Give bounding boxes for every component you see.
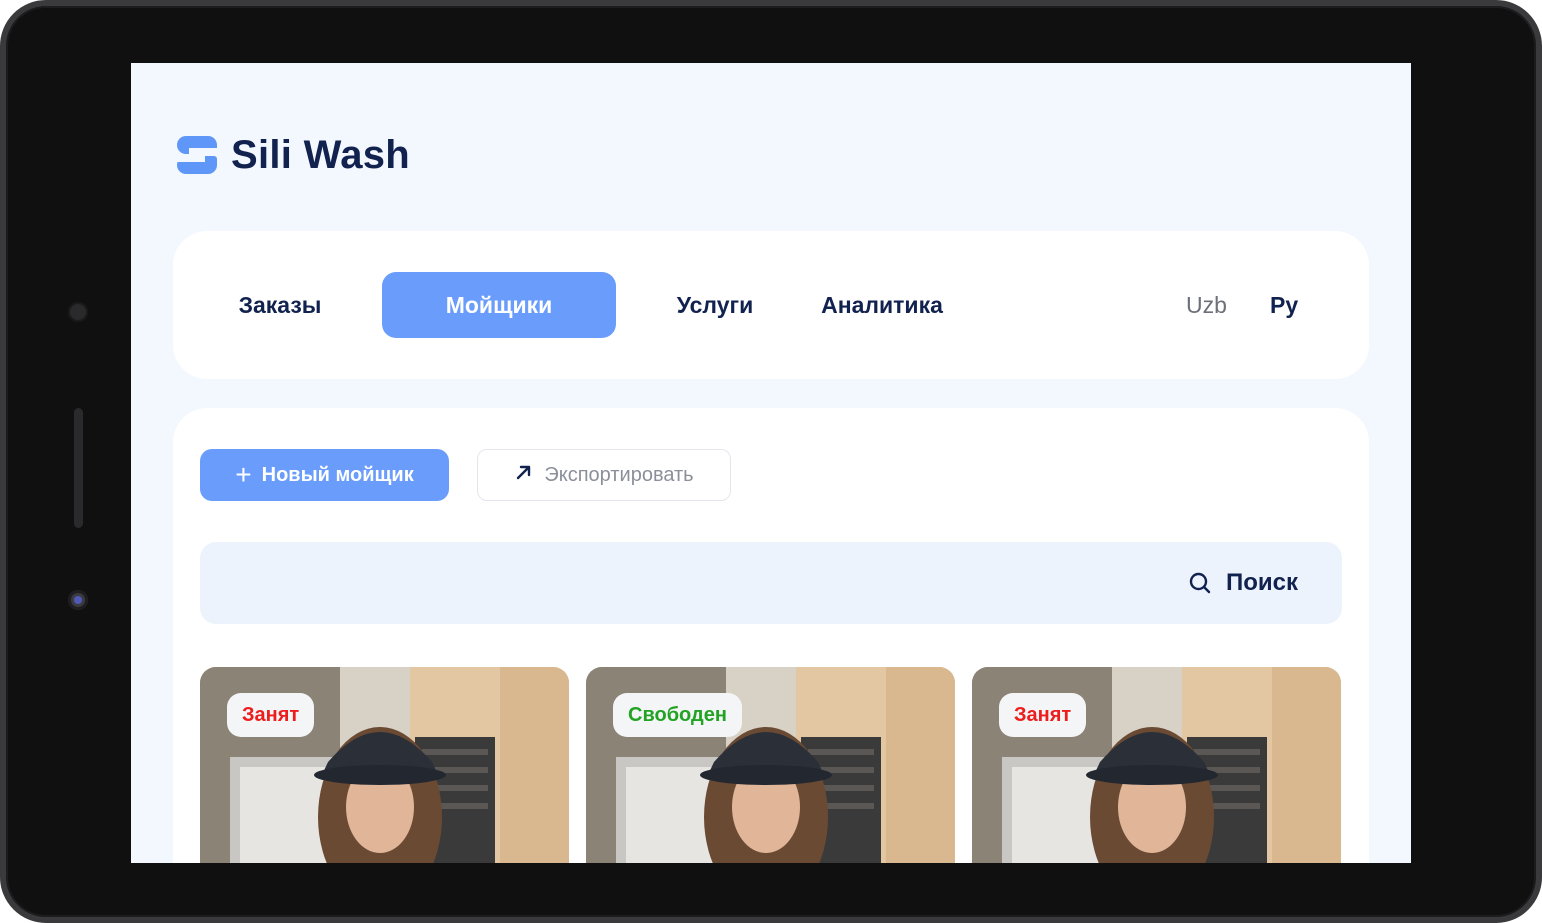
search-bar[interactable]: Поиск <box>200 542 1342 624</box>
app-screen: Sili Wash Заказы Мойщики Услуги Аналитик… <box>131 63 1411 863</box>
lang-ru[interactable]: Ру <box>1270 272 1298 338</box>
export-button[interactable]: Экспортировать <box>477 449 731 501</box>
tab-services[interactable]: Услуги <box>651 272 779 338</box>
top-nav: Заказы Мойщики Услуги Аналитика Uzb Ру <box>173 231 1369 379</box>
washer-card[interactable]: Свободен <box>586 667 955 863</box>
app-logo[interactable]: Sili Wash <box>177 133 410 178</box>
status-badge: Занят <box>999 693 1087 737</box>
plus-icon: + <box>235 459 252 490</box>
status-badge: Свободен <box>613 693 742 737</box>
new-washer-label: Новый мойщик <box>261 463 414 486</box>
export-label: Экспортировать <box>544 463 694 486</box>
washer-card[interactable]: Занят <box>200 667 569 863</box>
status-badge: Занят <box>227 693 315 737</box>
tab-analytics[interactable]: Аналитика <box>803 272 961 338</box>
search-button[interactable]: Поиск <box>1188 542 1298 624</box>
arrow-up-right-icon <box>514 462 534 488</box>
logo-icon <box>177 134 217 178</box>
tab-orders[interactable]: Заказы <box>213 272 347 338</box>
search-icon <box>1189 572 1211 594</box>
tab-washers[interactable]: Мойщики <box>382 272 616 338</box>
sensor-dot <box>68 302 88 322</box>
camera-lens <box>68 590 88 610</box>
lang-uzb[interactable]: Uzb <box>1186 272 1227 338</box>
washer-card[interactable]: Занят <box>972 667 1341 863</box>
app-name: Sili Wash <box>231 133 411 177</box>
search-label: Поиск <box>1225 569 1298 596</box>
side-slot <box>74 408 83 528</box>
washers-panel: + Новый мойщик Экспортировать Поиск Заня… <box>173 408 1369 863</box>
new-washer-button[interactable]: + Новый мойщик <box>200 449 449 501</box>
